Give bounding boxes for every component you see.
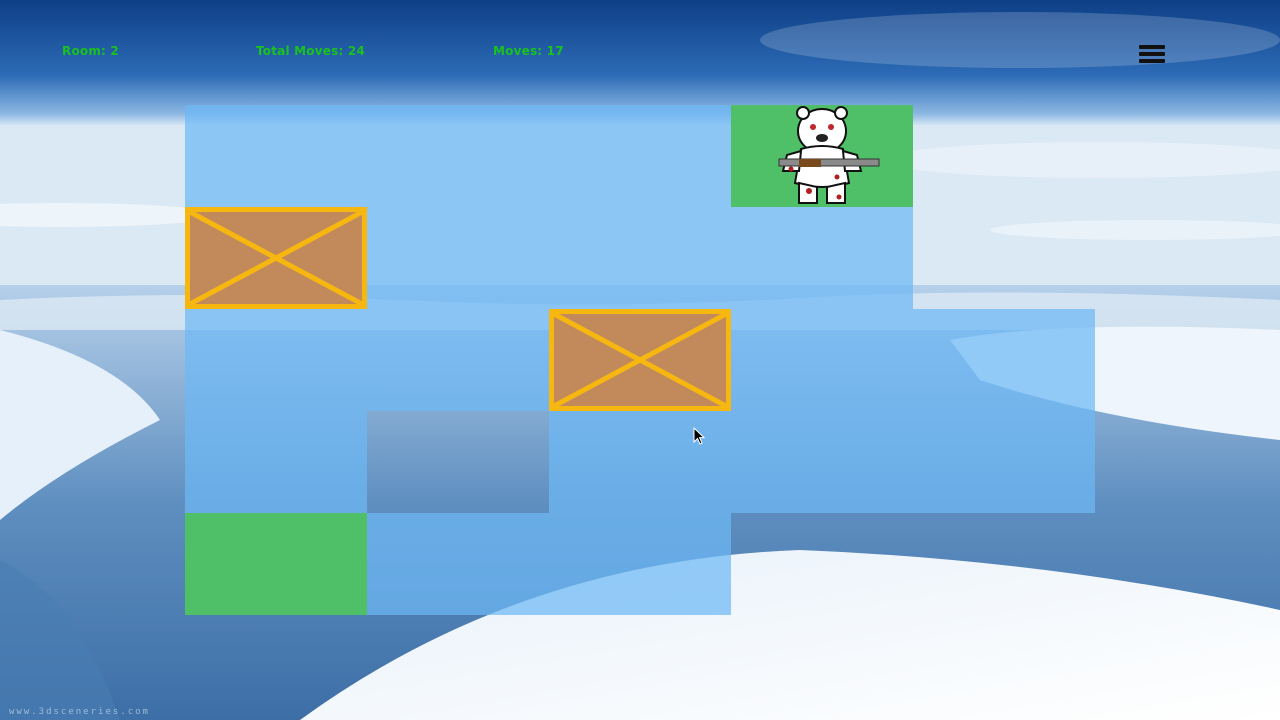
floor-tile (913, 309, 1095, 411)
hamburger-menu-icon[interactable] (1138, 43, 1166, 65)
floor-tile (185, 411, 367, 513)
floor-tile (731, 309, 913, 411)
floor-tile (367, 207, 549, 309)
floor-tile (367, 105, 549, 207)
total-moves-label: Total Moves: 24 (256, 44, 365, 58)
floor-tile (549, 513, 731, 615)
player-polar-bear[interactable] (731, 105, 913, 207)
floor-tile (731, 411, 913, 513)
goal-tile (185, 513, 367, 615)
floor-tile (549, 207, 731, 309)
floor-tile (367, 513, 549, 615)
floor-tile (549, 105, 731, 207)
moves-label: Moves: 17 (493, 44, 564, 58)
floor-tile (185, 309, 367, 411)
floor-tile (731, 207, 913, 309)
floor-tile (367, 309, 549, 411)
mouse-cursor-icon (693, 427, 705, 445)
crate-tile[interactable] (549, 309, 731, 411)
floor-tile (913, 411, 1095, 513)
room-label: Room: 2 (62, 44, 119, 58)
crate-tile[interactable] (185, 207, 367, 309)
watermark: www.3dsceneries.com (9, 707, 150, 717)
floor-tile (185, 105, 367, 207)
